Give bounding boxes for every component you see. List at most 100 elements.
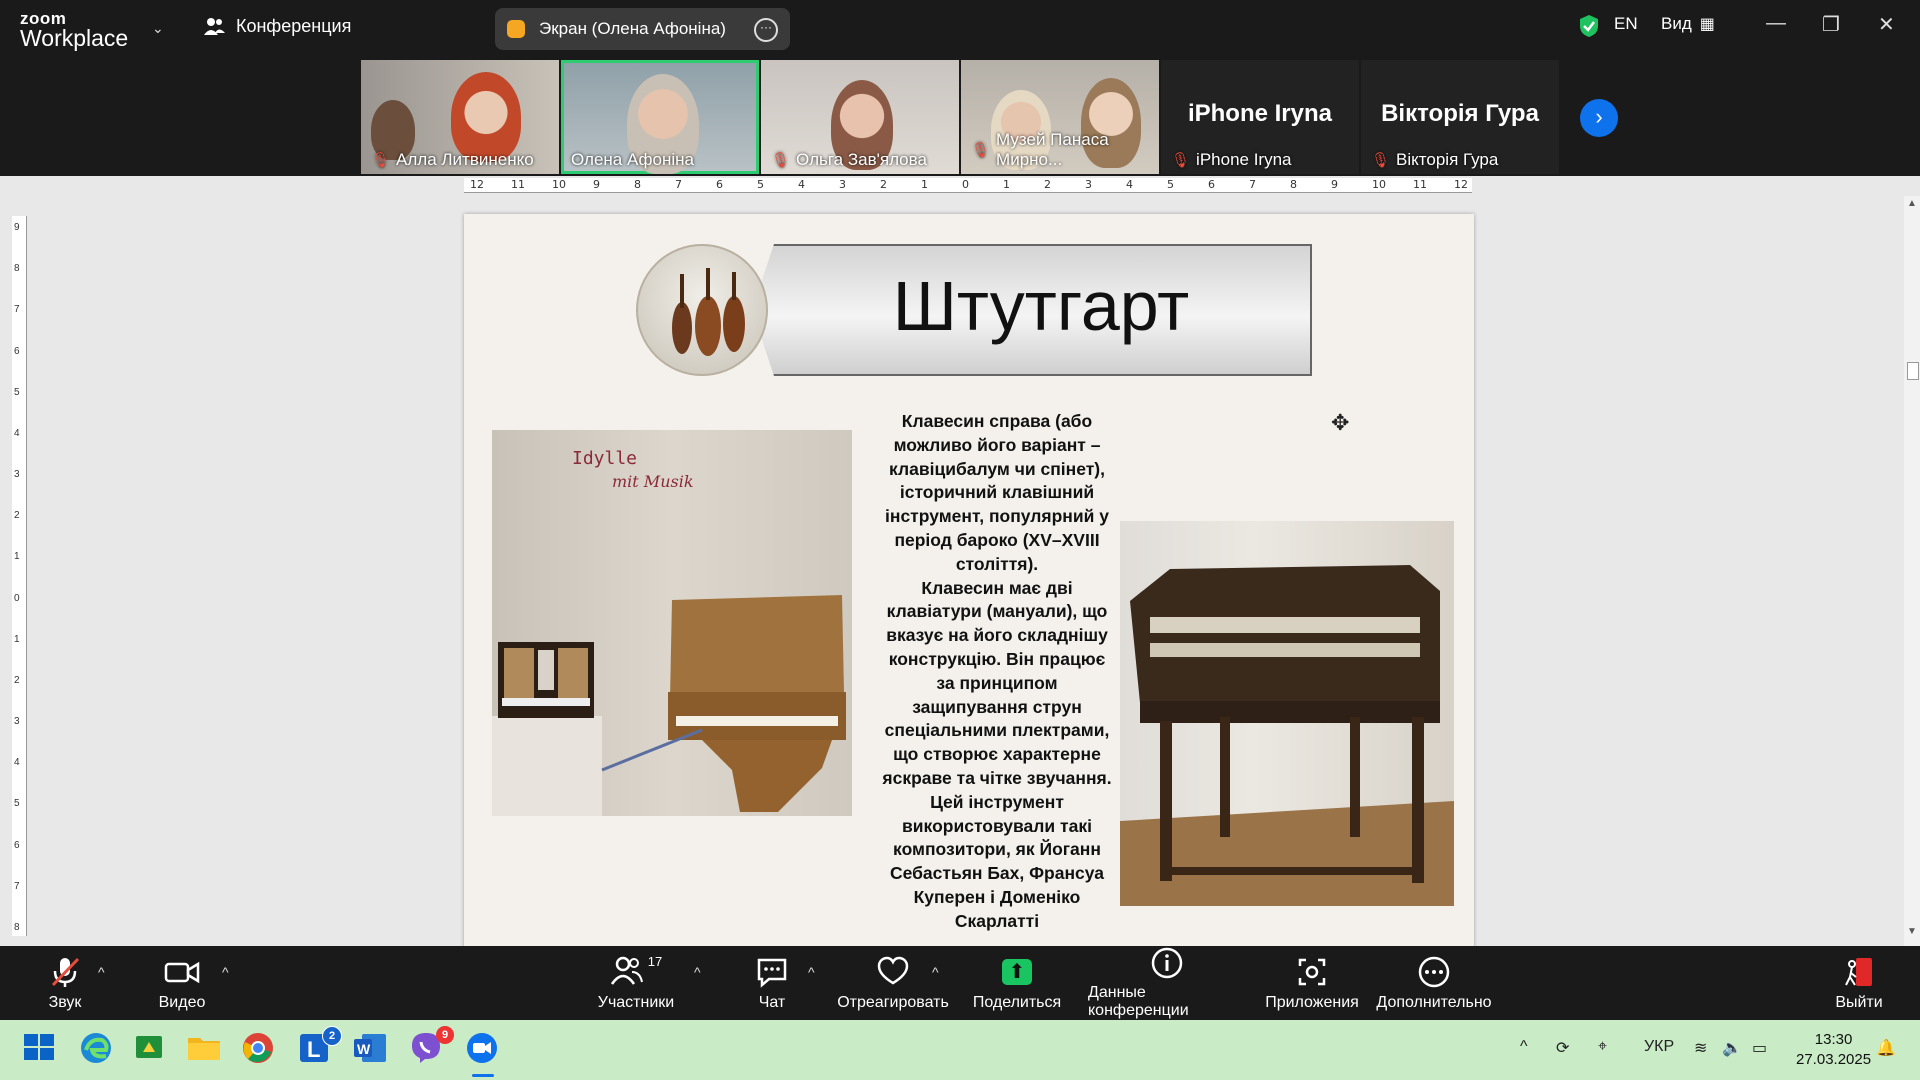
participant-tile[interactable]: Вікторія Гура 🎙 Вікторія Гура xyxy=(1361,60,1559,174)
notification-badge: 2 xyxy=(322,1026,342,1046)
share-screen-button[interactable]: ⬆ Поделиться xyxy=(973,946,1061,1020)
body-text-line: конструкцію. Він працює xyxy=(888,648,1106,669)
info-icon xyxy=(1151,947,1183,979)
view-menu[interactable]: Вид ▦ xyxy=(1661,14,1715,34)
ruler-tick-label: 9 xyxy=(593,178,600,191)
next-participants-button[interactable]: › xyxy=(1580,99,1618,137)
shared-screen: 12 11 10 9 8 7 6 5 4 3 2 1 0 1 2 3 4 5 6 7 8 9 10 11 12 98765432… xyxy=(0,176,1920,946)
react-button[interactable]: Отреагировать xyxy=(837,946,949,1020)
meeting-info-button[interactable]: Данные конференции xyxy=(1088,946,1246,1020)
video-options-caret[interactable]: ^ xyxy=(222,964,229,980)
encryption-shield-icon[interactable] xyxy=(1578,14,1600,38)
chrome-browser-icon[interactable] xyxy=(240,1030,280,1070)
video-button[interactable]: Видео xyxy=(155,946,209,1020)
svg-text:W: W xyxy=(357,1041,371,1057)
audio-options-caret[interactable]: ^ xyxy=(98,964,105,980)
mic-muted-icon xyxy=(51,957,80,987)
language-indicator[interactable]: EN xyxy=(1614,14,1638,34)
participant-name: 🎙 Музей Панаса Мирно... xyxy=(971,130,1109,169)
ruler-tick-label: 11 xyxy=(511,178,525,191)
audio-button[interactable]: Звук xyxy=(40,946,90,1020)
meeting-menu[interactable]: Конференция xyxy=(204,16,351,37)
ruler-tick-label: 5 xyxy=(757,178,764,191)
zoom-app-icon[interactable] xyxy=(464,1030,504,1077)
clock-time: 13:30 xyxy=(1814,1031,1853,1048)
scroll-down-icon[interactable]: ▼ xyxy=(1907,926,1917,937)
ruler-tick-label: 2 xyxy=(14,510,20,522)
file-explorer-icon[interactable] xyxy=(186,1030,226,1070)
apps-button[interactable]: Приложения xyxy=(1265,946,1359,1020)
ruler-tick-label: 4 xyxy=(14,757,20,769)
ruler-tick-label: 7 xyxy=(14,880,20,892)
apps-icon xyxy=(1298,958,1326,986)
participant-tile[interactable]: iPhone Iryna 🎙 iPhone Iryna xyxy=(1161,60,1359,174)
scroll-thumb[interactable] xyxy=(1907,362,1919,380)
body-text-line: століття). xyxy=(955,553,1039,574)
ruler-tick-label: 1 xyxy=(14,633,20,645)
share-pill-text: Экран (Олена Афоніна) xyxy=(539,19,726,38)
slides-app-icon[interactable] xyxy=(132,1030,172,1070)
windows-taskbar: L 2 W 9 ^ ⟳ ⌖ УКР ≋ 🔈 ▭ 13:30 27.03.2025… xyxy=(0,1020,1920,1080)
viber-app-icon[interactable]: 9 xyxy=(408,1026,454,1070)
location-icon[interactable]: ⌖ xyxy=(1598,1038,1607,1056)
zoom-logo[interactable]: zoom Workplace xyxy=(20,10,140,50)
lync-app-icon[interactable]: L 2 xyxy=(296,1026,342,1070)
ruler-tick-label: 2 xyxy=(14,674,20,686)
horizontal-ruler: 12 11 10 9 8 7 6 5 4 3 2 1 0 1 2 3 4 5 6 7 8 9 10 11 12 xyxy=(464,178,1472,193)
wifi-icon[interactable]: ≋ xyxy=(1694,1038,1707,1058)
ruler-tick-label: 2 xyxy=(880,178,887,191)
sync-icon[interactable]: ⟳ xyxy=(1556,1038,1569,1058)
word-app-icon[interactable]: W xyxy=(352,1030,392,1070)
chevron-down-icon[interactable]: ⌄ xyxy=(152,20,164,37)
ruler-tick-label: 6 xyxy=(716,178,723,191)
chat-label: Чат xyxy=(758,994,786,1011)
participant-tile[interactable]: 🎙 Алла Литвиненко xyxy=(361,60,559,174)
leave-button[interactable]: Выйти xyxy=(1834,946,1884,1020)
mic-muted-icon: 🎙 xyxy=(1371,152,1391,169)
body-text-line: за принципом xyxy=(936,672,1058,693)
chat-button[interactable]: Чат xyxy=(752,946,792,1020)
minimize-icon[interactable]: — xyxy=(1766,12,1786,35)
move-cursor-icon: ✥ xyxy=(1331,410,1350,435)
participant-tile-active[interactable]: Олена Афоніна xyxy=(561,60,759,174)
ruler-tick-label: 1 xyxy=(14,551,20,563)
scroll-up-icon[interactable]: ▲ xyxy=(1907,198,1917,209)
participant-tile[interactable]: 🎙 Ольга Зав'ялова xyxy=(761,60,959,174)
participant-tile[interactable]: 🎙 Музей Панаса Мирно... xyxy=(961,60,1159,174)
ruler-tick-label: 8 xyxy=(1290,178,1297,191)
svg-text:L: L xyxy=(307,1037,320,1062)
body-text-line: клавіатури (мануали), що xyxy=(886,601,1108,622)
chat-options-caret[interactable]: ^ xyxy=(808,964,815,980)
close-icon[interactable]: ✕ xyxy=(1878,12,1895,37)
volume-icon[interactable]: 🔈 xyxy=(1722,1038,1742,1058)
ruler-tick-label: 3 xyxy=(14,469,20,481)
ruler-tick-label: 12 xyxy=(1454,178,1468,191)
windows-start-icon[interactable] xyxy=(22,1030,62,1070)
restore-icon[interactable]: ❐ xyxy=(1822,12,1840,37)
battery-icon[interactable]: ▭ xyxy=(1752,1038,1767,1058)
ruler-tick-label: 0 xyxy=(962,178,969,191)
participants-options-caret[interactable]: ^ xyxy=(694,964,701,980)
screen-share-pill[interactable]: Экран (Олена Афоніна) ··· xyxy=(495,8,790,50)
participant-strip: 🎙 Алла Литвиненко Олена Афоніна 🎙 Ольга За… xyxy=(361,60,1561,174)
body-text-line: Цей інструмент xyxy=(930,791,1064,812)
vertical-scrollbar[interactable]: ▲ ▼ xyxy=(1904,196,1920,946)
ruler-tick-label: 1 xyxy=(921,178,928,191)
react-options-caret[interactable]: ^ xyxy=(932,964,939,980)
body-text-line: защипування струн xyxy=(912,696,1082,717)
more-button[interactable]: Дополнительно xyxy=(1376,946,1492,1020)
meeting-label: Конференция xyxy=(236,16,352,36)
chat-bubble-icon xyxy=(757,958,787,988)
notifications-icon[interactable]: 🔔 xyxy=(1876,1038,1896,1058)
body-text-line: клавіцибалум чи спінет), xyxy=(889,458,1105,479)
more-label: Дополнительно xyxy=(1376,994,1492,1011)
participants-button[interactable]: 17 Участники xyxy=(596,946,676,1020)
body-text-line: використовували такі xyxy=(902,815,1092,836)
page-title: Штутгарт xyxy=(892,267,1190,345)
keyboard-language[interactable]: УКР xyxy=(1644,1038,1674,1056)
more-options-icon[interactable]: ··· xyxy=(754,18,778,42)
edge-browser-icon[interactable] xyxy=(78,1030,118,1070)
show-hidden-icons-icon[interactable]: ^ xyxy=(1520,1038,1528,1056)
system-clock[interactable]: 13:30 27.03.2025 xyxy=(1796,1030,1871,1070)
harpsichord-photo xyxy=(1120,521,1454,906)
